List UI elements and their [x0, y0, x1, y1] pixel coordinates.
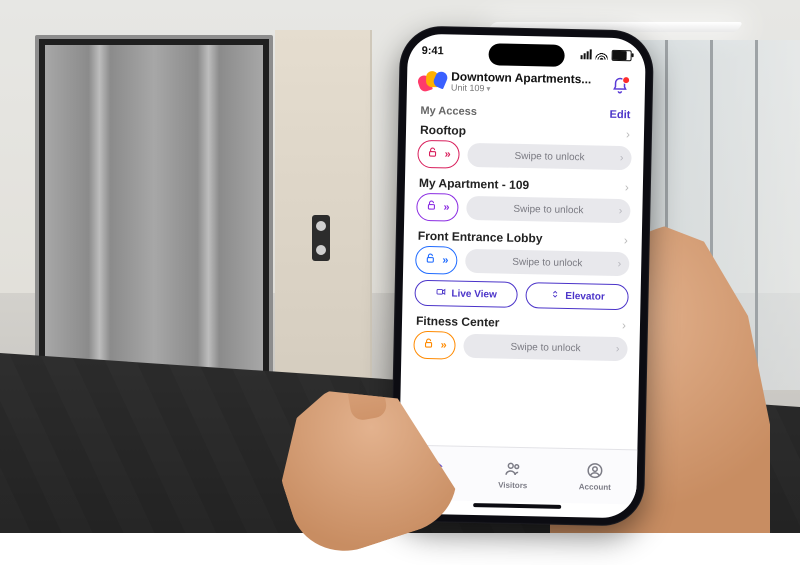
chevron-right-icon[interactable]: › — [625, 180, 629, 194]
tab-label: Visitors — [498, 481, 527, 491]
swipe-track[interactable]: Swipe to unlock › — [463, 334, 627, 361]
entry-sub-buttons: Live View Elevator — [414, 280, 628, 310]
double-chevron-right-icon: » — [444, 148, 448, 160]
chevron-right-icon[interactable]: › — [622, 318, 626, 332]
elevator-icon — [549, 289, 560, 303]
elevator-button[interactable]: Elevator — [525, 282, 629, 310]
wall-column — [275, 30, 372, 390]
wifi-icon — [596, 50, 608, 59]
access-list: Rooftop›»Swipe to unlock›My Apartment - … — [399, 123, 644, 450]
visitors-icon — [504, 460, 522, 480]
app-header: Downtown Apartments... Unit 109▾ — [407, 68, 646, 106]
access-entry-name: My Apartment - 109 — [419, 176, 530, 192]
swipe-hint-label: Swipe to unlock — [514, 150, 584, 162]
building-selector[interactable]: Downtown Apartments... Unit 109▾ — [451, 70, 601, 96]
unit-label: Unit 109 — [451, 83, 485, 94]
account-icon — [586, 461, 604, 481]
chevron-right-icon[interactable]: › — [626, 127, 630, 141]
unlock-slider-handle[interactable]: » — [415, 246, 458, 275]
swipe-hint-label: Swipe to unlock — [510, 341, 580, 353]
chevron-down-icon: ▾ — [486, 84, 490, 93]
tab-visitors[interactable]: Visitors — [498, 460, 528, 491]
lock-icon — [426, 145, 438, 163]
chevron-right-icon: › — [620, 152, 624, 164]
lock-icon — [422, 336, 434, 354]
swipe-hint-label: Swipe to unlock — [513, 203, 583, 215]
chevron-right-icon[interactable]: › — [624, 233, 628, 247]
swipe-hint-label: Swipe to unlock — [512, 256, 582, 268]
phone-screen: 9:41 Downtown Apartments... Unit 109▾ — [398, 34, 646, 519]
video-icon — [435, 286, 446, 300]
lock-icon — [425, 198, 437, 216]
section-title: My Access — [420, 105, 477, 118]
live-view-button[interactable]: Live View — [414, 280, 518, 308]
sub-button-label: Live View — [451, 288, 497, 300]
swipe-track[interactable]: Swipe to unlock › — [466, 196, 630, 223]
tab-label: Account — [579, 482, 611, 492]
edit-button[interactable]: Edit — [609, 109, 630, 121]
access-entry: My Apartment - 109 › » Swipe to unlock › — [416, 176, 631, 225]
battery-icon — [612, 49, 632, 60]
sub-button-label: Elevator — [565, 290, 605, 302]
double-chevron-right-icon: » — [443, 201, 447, 213]
cell-signal-icon — [581, 49, 592, 59]
app-logo-icon — [421, 70, 443, 92]
double-chevron-right-icon: » — [442, 254, 446, 266]
notifications-button[interactable] — [609, 74, 631, 96]
tab-account[interactable]: Account — [579, 461, 612, 492]
access-entry: Rooftop › » Swipe to unlock › — [417, 123, 632, 172]
notification-dot-icon — [622, 76, 630, 84]
elevator-doors — [35, 35, 273, 388]
access-entry-name: Fitness Center — [416, 314, 500, 330]
dynamic-island — [488, 43, 564, 67]
swipe-track[interactable]: Swipe to unlock › — [467, 143, 631, 170]
unlock-slider-handle[interactable]: » — [416, 193, 459, 222]
elevator-call-panel — [312, 215, 330, 261]
access-entry-name: Front Entrance Lobby — [418, 229, 543, 246]
lock-icon — [424, 251, 436, 269]
chevron-right-icon: › — [619, 205, 623, 217]
swipe-track[interactable]: Swipe to unlock › — [465, 249, 629, 276]
access-entry: Front Entrance Lobby › » Swipe to unlock › Li… — [414, 229, 630, 310]
chevron-right-icon: › — [617, 258, 621, 270]
double-chevron-right-icon: » — [440, 339, 444, 351]
access-entry-name: Rooftop — [420, 123, 466, 138]
status-time: 9:41 — [422, 45, 444, 57]
chevron-right-icon: › — [616, 343, 620, 355]
unlock-slider-handle[interactable]: » — [413, 331, 456, 360]
unlock-slider-handle[interactable]: » — [417, 140, 460, 169]
access-entry: Fitness Center › » Swipe to unlock › — [413, 314, 628, 363]
